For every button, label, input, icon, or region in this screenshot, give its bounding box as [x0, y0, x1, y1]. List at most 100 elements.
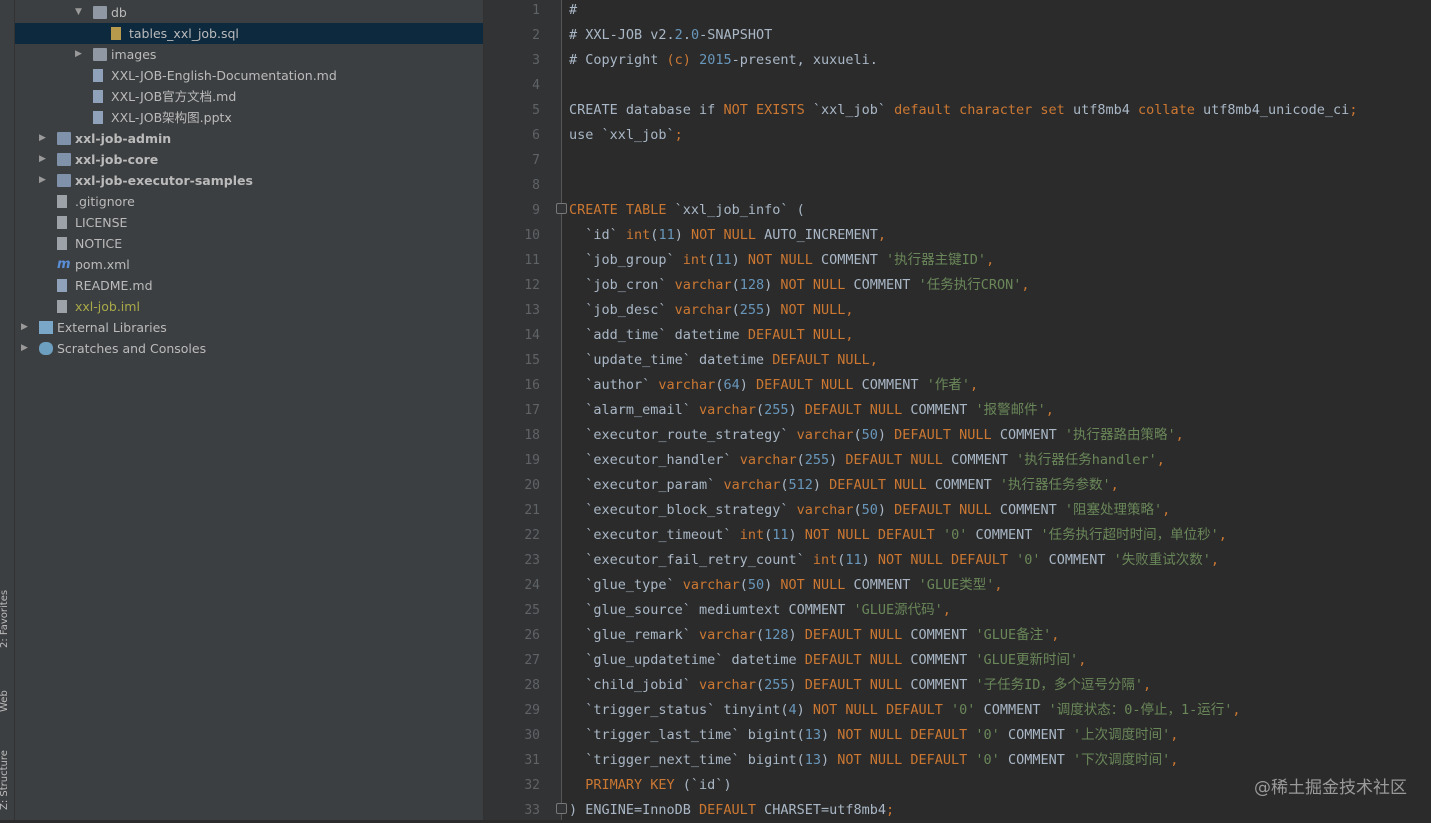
- collapse-arrow-icon[interactable]: ▶: [39, 149, 46, 170]
- code-token: '子任务ID，多个逗号分隔': [975, 677, 1143, 693]
- markdown-file-icon: [57, 279, 67, 292]
- line-number: 15: [524, 353, 540, 368]
- tree-item[interactable]: XXL-JOB官方文档.md: [15, 86, 483, 107]
- tree-item[interactable]: ▶ xxl-job-admin: [15, 128, 483, 149]
- code-token: ): [820, 727, 838, 743]
- web-tab[interactable]: Web: [0, 690, 10, 712]
- tree-item-label: xxl-job.iml: [75, 299, 140, 314]
- line-number: 25: [524, 603, 540, 618]
- code-line: `glue_source` mediumtext COMMENT 'GLUE源代…: [569, 598, 951, 623]
- code-line: `executor_handler` varchar(255) DEFAULT …: [569, 448, 1165, 473]
- code-token: NOT NULL: [780, 302, 846, 318]
- code-token: `trigger_last_time` bigint(: [569, 727, 805, 743]
- code-token: -SNAPSHOT: [699, 27, 773, 43]
- code-line: use `xxl_job`;: [569, 123, 683, 148]
- collapse-arrow-icon[interactable]: ▶: [75, 44, 82, 65]
- code-token: 11: [772, 527, 789, 543]
- tree-item[interactable]: ▶ Scratches and Consoles: [15, 338, 483, 359]
- code-token: DEFAULT NULL: [804, 652, 903, 668]
- line-number: 20: [524, 478, 540, 493]
- tree-item[interactable]: NOTICE: [15, 233, 483, 254]
- tree-item[interactable]: README.md: [15, 275, 483, 296]
- code-token: NOT NULL DEFAULT: [837, 727, 968, 743]
- code-line: `trigger_next_time` bigint(13) NOT NULL …: [569, 748, 1178, 773]
- code-line: `job_group` int(11) NOT NULL COMMENT '执行…: [569, 248, 994, 273]
- code-token: COMMENT: [991, 427, 1065, 443]
- code-token: '执行器任务handler': [1016, 452, 1157, 468]
- code-token: COMMENT: [991, 502, 1065, 518]
- code-token: AUTO_INCREMENT: [756, 227, 878, 243]
- tree-item-label: XXL-JOB-English-Documentation.md: [111, 68, 337, 83]
- code-token: 255: [764, 677, 789, 693]
- line-number: 33: [524, 803, 540, 818]
- line-number: 27: [524, 653, 540, 668]
- code-token: ): [764, 577, 781, 593]
- code-token: 4: [788, 702, 797, 718]
- code-token: 50: [747, 577, 765, 593]
- tree-item[interactable]: tables_xxl_job.sql: [15, 23, 483, 44]
- tree-item-label: .gitignore: [75, 194, 135, 209]
- expand-arrow-icon[interactable]: ▼: [75, 2, 82, 23]
- tree-item[interactable]: ▼ db: [15, 2, 483, 23]
- tree-item[interactable]: ▶ images: [15, 44, 483, 65]
- line-number: 10: [524, 228, 540, 243]
- line-number: 29: [524, 703, 540, 718]
- code-token: `glue_source` mediumtext COMMENT: [569, 602, 854, 618]
- code-token: COMMENT: [926, 477, 1000, 493]
- library-icon: [39, 321, 53, 334]
- code-token: ,: [969, 377, 979, 393]
- code-line: `author` varchar(64) DEFAULT NULL COMMEN…: [569, 373, 978, 398]
- line-number: 6: [532, 128, 540, 143]
- fold-marker-icon[interactable]: [556, 803, 567, 814]
- code-token: varchar: [739, 452, 797, 468]
- code-token: `alarm_email`: [569, 402, 700, 418]
- tree-item[interactable]: xxl-job.iml: [15, 296, 483, 317]
- structure-tab[interactable]: Z: Structure: [0, 750, 10, 810]
- watermark: @稀土掘金技术社区: [1254, 778, 1407, 798]
- code-token: `job_cron`: [569, 277, 675, 293]
- code-token: 13: [804, 752, 821, 768]
- collapse-arrow-icon[interactable]: ▶: [21, 338, 28, 359]
- code-token: ): [731, 252, 748, 268]
- code-token: '上次调度时间': [1072, 727, 1171, 743]
- tree-item[interactable]: ▶ xxl-job-core: [15, 149, 483, 170]
- sql-editor[interactable]: 1 2 3 4 5 6 7 8 9 10 11 12 13 14 15 16 17 18 19 20 21 22 23 24 2…: [484, 0, 1431, 820]
- code-token: (c): [666, 52, 691, 68]
- code-token: DEFAULT NULL: [755, 377, 854, 393]
- code-token: `glue_remark`: [569, 627, 700, 643]
- tree-item-label: XXL-JOB架构图.pptx: [111, 110, 232, 125]
- code-token: varchar: [699, 677, 756, 693]
- tree-item[interactable]: LICENSE: [15, 212, 483, 233]
- code-token: NOT EXISTS: [723, 102, 805, 118]
- tree-item[interactable]: m pom.xml: [15, 254, 483, 275]
- code-line: `job_cron` varchar(128) NOT NULL COMMENT…: [569, 273, 1029, 298]
- code-line: #: [569, 0, 577, 23]
- code-line: `glue_updatetime` datetime DEFAULT NULL …: [569, 648, 1086, 673]
- code-token: ): [674, 227, 691, 243]
- code-token: NOT NULL DEFAULT: [877, 552, 1008, 568]
- code-token: COMMENT: [975, 702, 1049, 718]
- code-token: ,: [986, 252, 995, 268]
- tree-item-label: xxl-job-executor-samples: [75, 173, 253, 188]
- tree-item[interactable]: .gitignore: [15, 191, 483, 212]
- code-token: CHARSET=utf8mb4: [755, 802, 886, 818]
- line-number: 17: [524, 403, 540, 418]
- line-number: 28: [524, 678, 540, 693]
- tree-item[interactable]: XXL-JOB-English-Documentation.md: [15, 65, 483, 86]
- line-number: 31: [524, 753, 540, 768]
- favorites-tab[interactable]: 2: Favorites: [0, 590, 10, 648]
- code-token: '执行器任务参数': [999, 477, 1111, 493]
- code-token: '任务执行CRON': [918, 277, 1022, 293]
- fold-marker-icon[interactable]: [556, 203, 567, 214]
- collapse-arrow-icon[interactable]: ▶: [39, 128, 46, 149]
- collapse-arrow-icon[interactable]: ▶: [39, 170, 46, 191]
- tool-window-strip: 2: Favorites Web Z: Structure: [0, 0, 15, 820]
- line-number: 1: [532, 3, 540, 18]
- code-token: (: [764, 527, 773, 543]
- tree-item[interactable]: XXL-JOB架构图.pptx: [15, 107, 483, 128]
- tree-item[interactable]: ▶ External Libraries: [15, 317, 483, 338]
- code-token: ,: [1232, 702, 1241, 718]
- tree-item[interactable]: ▶ xxl-job-executor-samples: [15, 170, 483, 191]
- collapse-arrow-icon[interactable]: ▶: [21, 317, 28, 338]
- code-token: varchar: [699, 627, 756, 643]
